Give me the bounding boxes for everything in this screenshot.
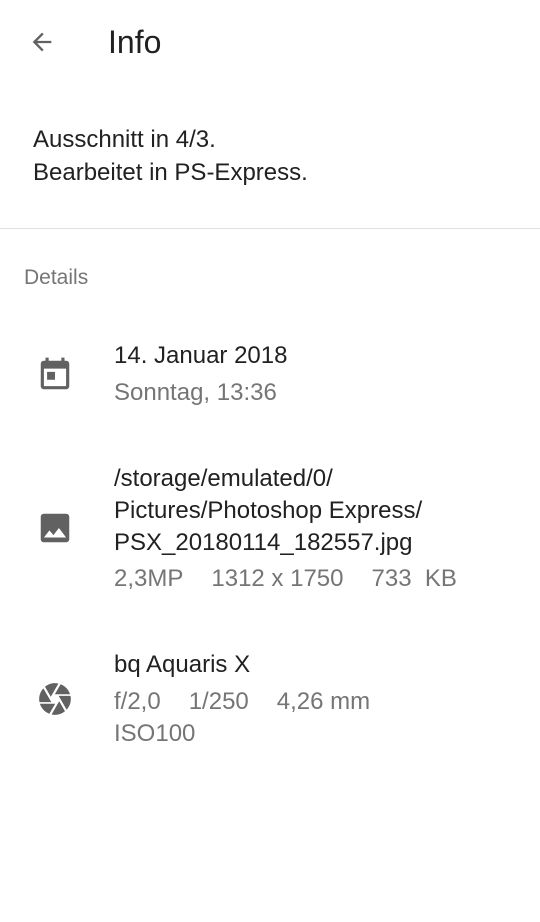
aperture-icon: [36, 680, 74, 718]
aperture-value: f/2,0: [114, 688, 161, 715]
file-path-line: Pictures/Photoshop Express/: [114, 497, 423, 524]
date-primary: 14. Januar 2018: [114, 342, 288, 369]
date-secondary: Sonntag, 13:36: [114, 379, 277, 406]
file-row: /storage/emulated/0/ Pictures/Photoshop …: [0, 463, 540, 603]
camera-model: bq Aquaris X: [114, 651, 251, 678]
camera-row: bq Aquaris X f/2,0 1/250 4,26 mm ISO100: [0, 649, 540, 759]
megapixels: 2,3MP: [114, 565, 184, 592]
description: Ausschnitt in 4/3. Bearbeitet in PS-Expr…: [33, 123, 513, 189]
file-meta: 2,3MP 1312 x 1750 733 KB: [114, 563, 534, 595]
arrow-back-icon: [32, 32, 52, 52]
description-line: Bearbeitet in PS-Express.: [33, 159, 308, 186]
focal-length-value: 4,26 mm: [276, 688, 371, 715]
date-row: 14. Januar 2018 Sonntag, 13:36: [0, 340, 540, 420]
file-path-line: PSX_20180114_182557.jpg: [114, 529, 413, 556]
exposure-value: 1/250: [188, 688, 249, 715]
iso-value: ISO100: [114, 720, 196, 747]
file-size: 733 KB: [371, 565, 457, 592]
divider: [0, 228, 540, 229]
camera-settings: f/2,0 1/250 4,26 mm: [114, 686, 534, 718]
description-line: Ausschnitt in 4/3.: [33, 126, 216, 153]
file-path-line: /storage/emulated/0/: [114, 465, 333, 492]
resolution: 1312 x 1750: [211, 565, 344, 592]
calendar-icon: [36, 356, 74, 394]
back-button[interactable]: [14, 14, 70, 70]
details-header: Details: [24, 266, 89, 289]
image-icon: [36, 509, 74, 547]
app-bar: Info: [0, 0, 540, 84]
page-title: Info: [108, 24, 162, 60]
